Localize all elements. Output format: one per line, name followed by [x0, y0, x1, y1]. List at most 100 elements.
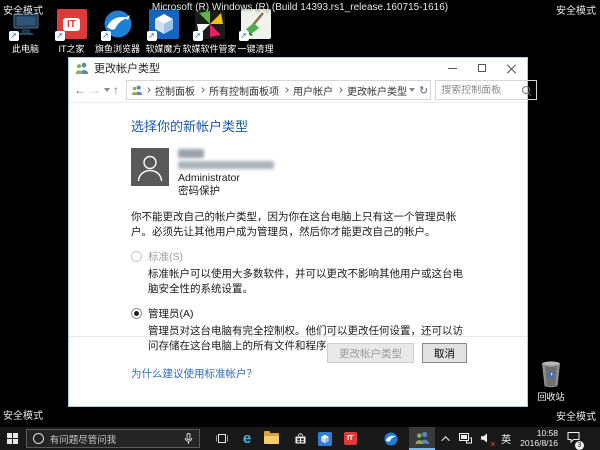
- mute-x-icon: ✕: [489, 441, 496, 449]
- user-password-protected: 密码保护: [178, 185, 274, 198]
- task-view-icon: [215, 433, 229, 444]
- volume-muted-button[interactable]: ✕: [481, 430, 492, 448]
- mofang-icon: [318, 432, 332, 446]
- up-button[interactable]: ↑: [113, 83, 119, 97]
- person-icon: [131, 148, 169, 186]
- recycle-bin-icon: [538, 360, 564, 388]
- nav-arrows: ← → ↑: [74, 83, 122, 97]
- desktop-icon-one-click-clean[interactable]: ↗ 一键清理: [233, 9, 278, 55]
- desktop-icon-label: 软媒魔方: [145, 42, 181, 55]
- control-panel-search[interactable]: [435, 80, 537, 100]
- qiyu-browser-icon: ↗: [103, 9, 133, 39]
- admin-radio-label: 管理员(A): [148, 306, 194, 321]
- start-button[interactable]: [0, 427, 26, 450]
- taskbar-qiyu-button[interactable]: [379, 427, 404, 450]
- back-button[interactable]: ←: [74, 83, 86, 97]
- forward-button[interactable]: →: [89, 83, 101, 97]
- taskbar-user-accounts-button-active[interactable]: [409, 427, 435, 450]
- shortcut-arrow-icon: ↗: [9, 31, 19, 41]
- desktop-icon-software-manager[interactable]: ↗ 软媒软件管家: [187, 9, 232, 55]
- taskbar-edge-button[interactable]: e: [235, 427, 260, 450]
- close-icon: [507, 63, 517, 73]
- user-role: Administrator: [178, 172, 274, 185]
- standard-radio-icon[interactable]: [131, 251, 142, 262]
- breadcrumb-all-items[interactable]: 所有控制面板项: [207, 83, 281, 98]
- footer-divider: [69, 336, 527, 337]
- taskbar: 有问题尽管问我 e: [0, 427, 600, 450]
- address-bar[interactable]: 控制面板 所有控制面板项 用户帐户 更改帐户类型 ↻: [126, 80, 431, 100]
- change-account-type-window: 更改帐户类型 ← → ↑ 控制面板 所有控制面板项: [68, 57, 528, 407]
- breadcrumb-user-accounts[interactable]: 用户帐户: [291, 83, 335, 98]
- cortana-placeholder: 有问题尽管问我: [50, 432, 184, 446]
- standard-radio-label: 标准(S): [148, 249, 183, 264]
- cancel-button[interactable]: 取消: [422, 343, 467, 363]
- breadcrumb-separator-icon: [337, 87, 343, 93]
- taskbar-ithome-button[interactable]: IT: [338, 427, 363, 450]
- shortcut-arrow-icon: ↗: [101, 31, 111, 41]
- search-input[interactable]: [441, 85, 521, 96]
- microphone-icon[interactable]: [184, 433, 193, 445]
- breadcrumb-separator-icon: [145, 87, 151, 93]
- navigation-bar: ← → ↑ 控制面板 所有控制面板项 用户帐户 更改帐户类型: [69, 78, 527, 103]
- edge-icon: e: [243, 431, 251, 446]
- footer-buttons: 更改帐户类型 取消: [327, 343, 467, 363]
- desktop-icon-label: 软媒软件管家: [183, 42, 237, 55]
- action-center-button[interactable]: 3: [567, 430, 580, 448]
- user-accounts-breadcrumb-icon: [131, 85, 143, 95]
- desktop-icon-qiyu-browser[interactable]: ↗ 旗鱼浏览器: [95, 9, 140, 55]
- ithome-icon: IT: [344, 432, 357, 445]
- breadcrumb: 控制面板 所有控制面板项 用户帐户 更改帐户类型: [143, 83, 409, 98]
- shortcut-arrow-icon: ↗: [193, 31, 203, 41]
- qiyu-browser-icon: [384, 432, 398, 446]
- breadcrumb-change-account-type[interactable]: 更改帐户类型: [345, 83, 409, 98]
- taskbar-explorer-button[interactable]: [259, 427, 284, 450]
- admin-radio-row[interactable]: 管理员(A): [131, 306, 467, 321]
- taskbar-store-button[interactable]: [288, 427, 313, 450]
- standard-description: 标准帐户可以使用大多数软件，并可以更改不影响其他用户或这台电脑安全性的系统设置。: [148, 267, 467, 297]
- file-explorer-icon: [264, 433, 279, 444]
- windows-logo-icon: [7, 433, 18, 444]
- taskbar-clock[interactable]: 10:58 2016/8/16: [520, 429, 558, 449]
- maximize-button[interactable]: [467, 58, 497, 78]
- refresh-button[interactable]: ↻: [419, 84, 428, 97]
- taskbar-mofang-button[interactable]: [313, 427, 338, 450]
- windows-build-watermark: Microsoft (R) Windows (R) (Build 14393.r…: [0, 2, 600, 13]
- desktop: { "watermarks": { "safe_mode": "安全模式", "…: [0, 0, 600, 450]
- network-icon[interactable]: [459, 433, 472, 444]
- desktop-icon-row: ↗ 此电脑 IT ↗ IT之家 ↗ 旗鱼浏览器: [3, 9, 279, 55]
- safe-mode-watermark-bottom-right: 安全模式: [556, 408, 596, 423]
- window-titlebar[interactable]: 更改帐户类型: [69, 58, 527, 78]
- admin-radio-icon[interactable]: [131, 308, 142, 319]
- desktop-icon-ithome[interactable]: IT ↗ IT之家: [49, 9, 94, 55]
- desktop-icon-label: IT之家: [59, 42, 85, 55]
- user-accounts-icon: [75, 62, 89, 74]
- why-standard-account-link[interactable]: 为什么建议使用标准帐户？: [131, 366, 257, 381]
- store-icon: [294, 432, 307, 445]
- show-hidden-icons-chevron[interactable]: [442, 436, 450, 444]
- shortcut-arrow-icon: ↗: [147, 31, 157, 41]
- standard-radio-row[interactable]: 标准(S): [131, 249, 467, 264]
- desktop-icon-mofang[interactable]: ↗ 软媒魔方: [141, 9, 186, 55]
- cortana-search-box[interactable]: 有问题尽管问我: [26, 429, 200, 448]
- window-title: 更改帐户类型: [94, 60, 437, 76]
- ime-indicator[interactable]: 英: [501, 431, 511, 446]
- shortcut-arrow-icon: ↗: [239, 31, 249, 41]
- user-meta: Administrator 密码保护: [178, 148, 274, 199]
- clock-date: 2016/8/16: [520, 439, 558, 449]
- maximize-icon: [478, 64, 486, 72]
- recent-pages-dropdown-icon[interactable]: [104, 88, 110, 92]
- window-content: 选择你的新帐户类型 Administrator 密码保护 你不能更改自己的帐户类…: [69, 103, 527, 406]
- recycle-bin-label: 回收站: [537, 390, 564, 403]
- task-view-button[interactable]: [210, 427, 235, 450]
- caption-buttons: [437, 58, 527, 78]
- desktop-icon-recycle-bin[interactable]: 回收站: [526, 360, 576, 403]
- breadcrumb-control-panel[interactable]: 控制面板: [153, 83, 197, 98]
- user-card: Administrator 密码保护: [131, 148, 467, 199]
- change-account-type-button[interactable]: 更改帐户类型: [327, 343, 414, 363]
- address-dropdown-icon[interactable]: [409, 88, 415, 92]
- desktop-icon-label: 此电脑: [12, 42, 39, 55]
- desktop-icon-label: 一键清理: [237, 42, 273, 55]
- close-button[interactable]: [497, 58, 527, 78]
- minimize-button[interactable]: [437, 58, 467, 78]
- search-icon[interactable]: [521, 85, 531, 95]
